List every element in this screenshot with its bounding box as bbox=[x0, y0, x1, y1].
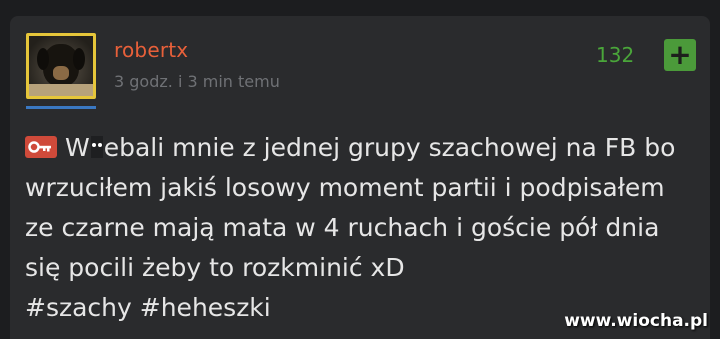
vote-count: 132 bbox=[596, 43, 635, 67]
username-link[interactable]: robertx bbox=[114, 38, 188, 62]
hashtag-szachy[interactable]: #szachy bbox=[25, 293, 132, 322]
watermark: www.wiocha.pl bbox=[564, 311, 708, 331]
upvote-button[interactable]: + bbox=[664, 39, 696, 71]
avatar[interactable] bbox=[26, 33, 96, 109]
post-card: robertx 3 godz. i 3 min temu 132 + Webal… bbox=[10, 16, 710, 339]
key-icon bbox=[25, 136, 57, 158]
post-timestamp[interactable]: 3 godz. i 3 min temu bbox=[114, 72, 280, 91]
avatar-underline bbox=[26, 106, 96, 109]
hashtag-heheszki[interactable]: #heheszki bbox=[140, 293, 271, 322]
post-text: ebali mnie z jednej grupy szachowej na F… bbox=[25, 133, 676, 282]
post-body: Webali mnie z jednej grupy szachowej na … bbox=[25, 128, 695, 328]
censored-text bbox=[90, 136, 103, 158]
post-text-start: W bbox=[65, 133, 90, 162]
dog-avatar-image bbox=[26, 33, 96, 99]
